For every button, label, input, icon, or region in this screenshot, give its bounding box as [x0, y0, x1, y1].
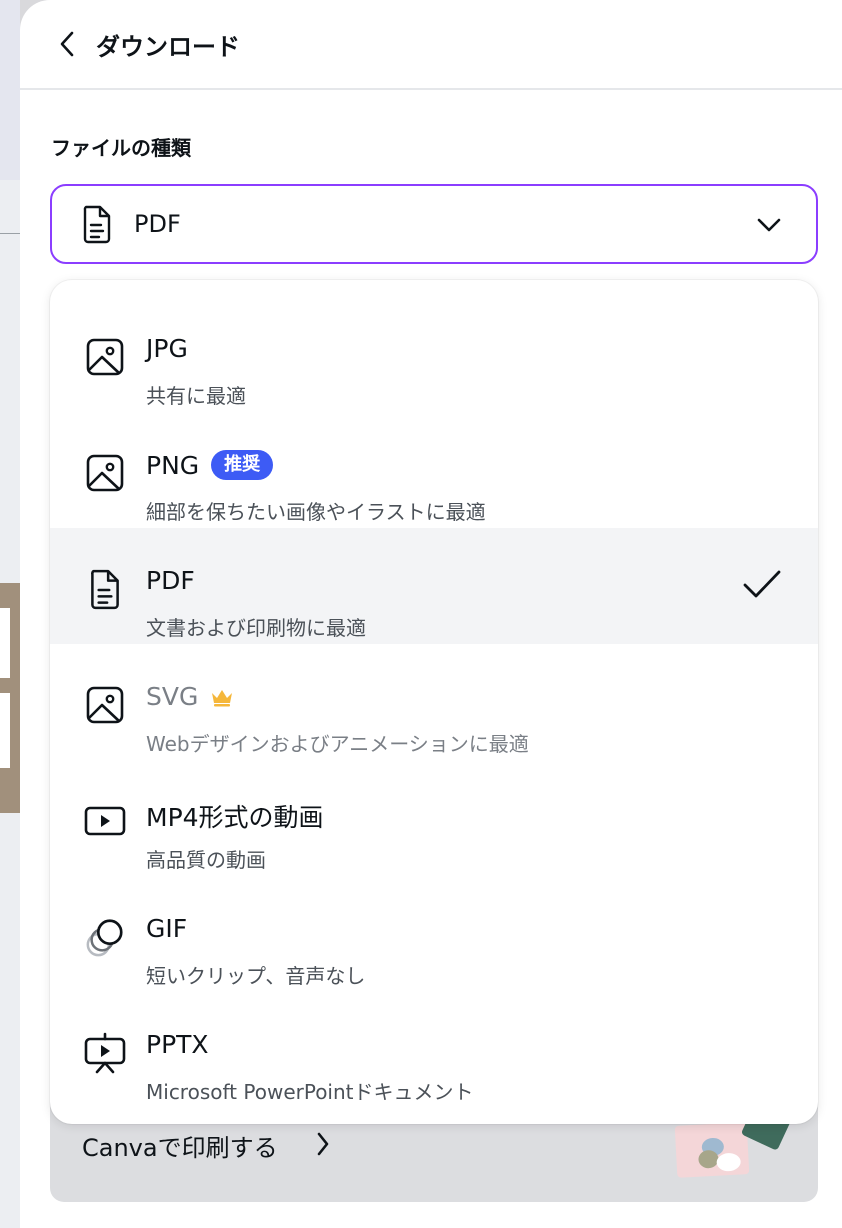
- gif-icon: [84, 916, 126, 958]
- option-title: SVG: [146, 682, 234, 711]
- crown-icon: [210, 687, 234, 707]
- option-svg[interactable]: SVG Webデザインおよびアニメーションに最適: [50, 644, 818, 760]
- option-description: Microsoft PowerPointドキュメント: [146, 1080, 474, 1104]
- option-title: GIF: [146, 914, 188, 943]
- recommended-badge: 推奨: [211, 450, 274, 480]
- option-title: JPG: [146, 334, 188, 363]
- image-icon: [84, 452, 126, 494]
- option-png[interactable]: PNG 推奨 細部を保ちたい画像やイラストに最適: [50, 412, 818, 528]
- option-title: PPTX: [146, 1030, 209, 1059]
- option-description: 文書および印刷物に最適: [146, 616, 366, 640]
- option-title: PNG 推奨: [146, 450, 274, 480]
- checkmark-icon: [743, 570, 781, 598]
- image-icon: [84, 336, 126, 378]
- option-description: 細部を保ちたい画像やイラストに最適: [146, 500, 486, 524]
- document-icon: [83, 205, 111, 244]
- option-pdf[interactable]: PDF 文書および印刷物に最適: [50, 528, 818, 644]
- option-description: 共有に最適: [146, 384, 246, 408]
- video-icon: [84, 800, 126, 842]
- option-mp4[interactable]: MP4形式の動画 高品質の動画: [50, 760, 818, 876]
- business-card-thumbnail: [674, 1122, 750, 1178]
- panel-header: ダウンロード: [20, 0, 842, 90]
- file-type-dropdown: JPG 共有に最適 PNG 推奨 細部を保ちたい画像やイラストに最適 PDF 文…: [50, 280, 818, 1124]
- option-description: 高品質の動画: [146, 848, 266, 872]
- print-label: Canvaで印刷する: [82, 1134, 278, 1162]
- download-panel: ダウンロード ファイルの種類 PDF Canvaで印刷する JPG 共有に最適 …: [20, 0, 842, 1228]
- option-title: MP4形式の動画: [146, 803, 324, 832]
- presentation-icon: [84, 1032, 126, 1074]
- option-description: 短いクリップ、音声なし: [146, 964, 366, 988]
- option-title: PDF: [146, 566, 195, 595]
- document-icon: [84, 568, 126, 610]
- option-pptx[interactable]: PPTX Microsoft PowerPointドキュメント: [50, 992, 818, 1108]
- back-button[interactable]: [52, 29, 82, 59]
- file-type-value: PDF: [134, 210, 181, 238]
- file-type-select[interactable]: PDF: [50, 184, 818, 264]
- chevron-right-icon: [317, 1132, 329, 1156]
- image-icon: [84, 684, 126, 726]
- option-gif[interactable]: GIF 短いクリップ、音声なし: [50, 876, 818, 992]
- page-title: ダウンロード: [96, 32, 240, 61]
- background-guide-line: [0, 233, 20, 234]
- file-type-label: ファイルの種類: [51, 136, 191, 160]
- chevron-left-icon: [60, 31, 74, 57]
- option-jpg[interactable]: JPG 共有に最適: [50, 296, 818, 412]
- option-description: Webデザインおよびアニメーションに最適: [146, 732, 529, 756]
- background-canvas-top: [0, 0, 20, 180]
- background-design-element: [0, 583, 20, 813]
- chevron-down-icon: [757, 218, 781, 232]
